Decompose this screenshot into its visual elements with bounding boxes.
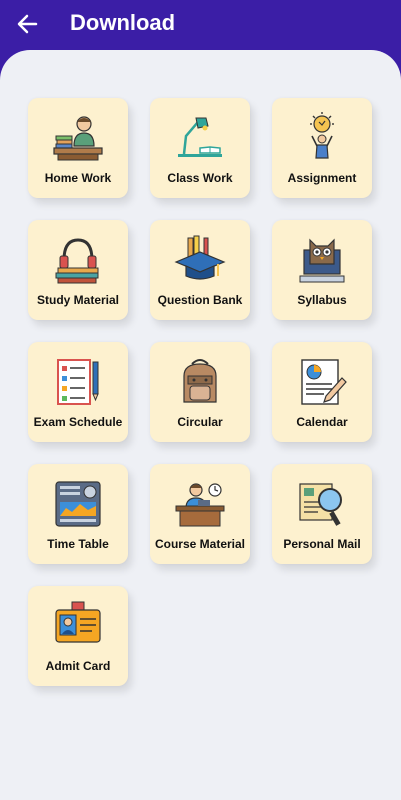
tile-label: Question Bank: [157, 293, 243, 307]
tile-label: Personal Mail: [283, 537, 361, 551]
tile-course-material[interactable]: Course Material: [150, 464, 250, 564]
magnifier-document-icon: [299, 483, 342, 526]
tile-calendar[interactable]: Calendar: [272, 342, 372, 442]
teacher-desk-icon: [175, 483, 225, 527]
tile-assignment[interactable]: Assignment: [272, 98, 372, 198]
newspaper-icon: [55, 481, 101, 527]
content-sheet: Home Work Class Work Assignment Study Ma…: [0, 50, 401, 800]
tile-admit-card[interactable]: Admit Card: [28, 586, 128, 686]
graduation-cap-icon: [174, 235, 226, 280]
backpack-icon: [183, 359, 217, 403]
report-chart-icon: [301, 359, 347, 405]
tile-time-table[interactable]: Time Table: [28, 464, 128, 564]
tile-label: Circular: [177, 415, 223, 429]
tile-home-work[interactable]: Home Work: [28, 98, 128, 198]
tile-label: Home Work: [44, 171, 112, 185]
student-desk-icon: [53, 116, 103, 161]
desk-lamp-icon: [178, 117, 222, 157]
tile-label: Study Material: [36, 293, 120, 307]
tile-personal-mail[interactable]: Personal Mail: [272, 464, 372, 564]
owl-monitor-icon: [299, 238, 345, 283]
tile-circular[interactable]: Circular: [150, 342, 250, 442]
tile-label: Time Table: [47, 537, 109, 551]
tile-label: Assignment: [287, 171, 357, 185]
id-card-icon: [55, 601, 101, 643]
arrow-left-icon[interactable]: [14, 10, 42, 38]
tile-label: Calendar: [296, 415, 348, 429]
page-title: Download: [70, 10, 176, 35]
tile-study-material[interactable]: Study Material: [28, 220, 128, 320]
tile-exam-schedule[interactable]: Exam Schedule: [28, 342, 128, 442]
tile-label: Admit Card: [45, 659, 111, 673]
headphones-books-icon: [55, 238, 99, 284]
tile-label: Class Work: [167, 171, 233, 185]
tile-question-bank[interactable]: Question Bank: [150, 220, 250, 320]
tile-label: Syllabus: [297, 293, 347, 307]
idea-person-icon: [310, 112, 334, 159]
tile-label: Course Material: [154, 537, 246, 551]
tile-class-work[interactable]: Class Work: [150, 98, 250, 198]
tile-label: Exam Schedule: [33, 415, 123, 429]
checklist-icon: [57, 359, 99, 405]
tile-syllabus[interactable]: Syllabus: [272, 220, 372, 320]
